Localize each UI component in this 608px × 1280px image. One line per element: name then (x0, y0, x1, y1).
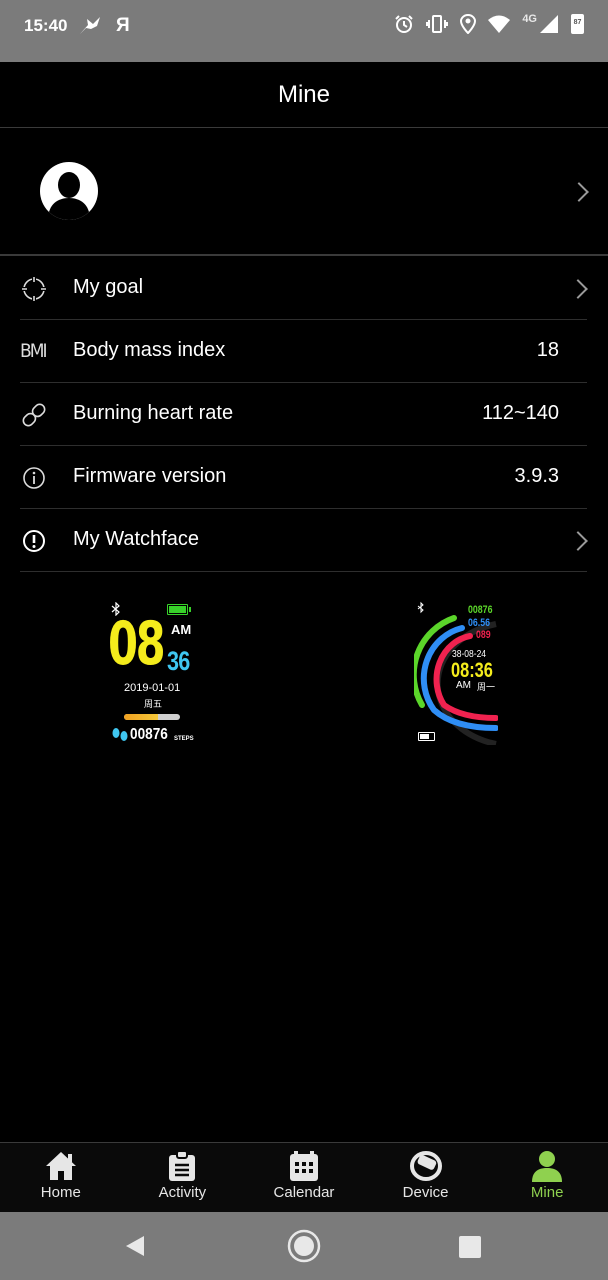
link-icon (22, 403, 46, 427)
nav-calendar-label: Calendar (273, 1184, 335, 1201)
calendar-icon (289, 1151, 318, 1181)
heart-rate-label: Burning heart rate (73, 402, 234, 424)
my-goal-label: My goal (73, 276, 144, 298)
wf1-steps-unit: STEPS (174, 736, 194, 742)
watchface-label: My Watchface (73, 528, 199, 550)
bmi-row: BMI Body mass index 18 (20, 320, 587, 383)
watchface-row[interactable]: My Watchface (20, 509, 588, 572)
alarm-icon (395, 15, 414, 33)
wf1-hour: 08 (108, 609, 166, 679)
footprint-icon (112, 728, 128, 741)
home-icon (45, 1152, 76, 1180)
wf2-battery (418, 732, 435, 741)
avatar[interactable] (40, 162, 98, 220)
person-icon (532, 1151, 563, 1182)
battery-level: 87 (573, 19, 582, 26)
nav-mine[interactable]: Mine (486, 1143, 608, 1212)
watchface-option-1[interactable]: 08 AM 36 2019-01-01 周五 00876 STEPS (108, 600, 198, 748)
bottom-nav: Home Activity Calendar Device Mine (0, 1142, 608, 1212)
exclamation-circle-icon (23, 530, 45, 552)
nav-home-label: Home (40, 1184, 81, 1201)
firmware-row: Firmware version 3.9.3 (20, 446, 587, 509)
wf1-steps: 00876 (130, 726, 168, 743)
heart-rate-row: Burning heart rate 112~140 (20, 383, 587, 446)
nav-mine-label: Mine (530, 1184, 564, 1201)
home-circle-icon[interactable] (287, 1229, 321, 1263)
page-title: Mine (277, 80, 331, 108)
clipboard-icon (169, 1150, 196, 1181)
firmware-value: 3.9.3 (514, 465, 559, 487)
watchface-option-2[interactable]: 00876 06.56 089 38-08-24 08:36 AM 周一 (414, 600, 498, 745)
crosshair-icon (21, 276, 47, 302)
yandex-icon: Я (116, 15, 130, 36)
wf1-progress-bar (124, 714, 180, 720)
back-icon[interactable] (124, 1234, 146, 1258)
wf2-ampm: AM (456, 680, 471, 691)
wf2-heart: 089 (476, 629, 491, 641)
nav-activity-label: Activity (158, 1184, 207, 1201)
my-goal-row[interactable]: My goal (20, 257, 588, 320)
info-icon (23, 467, 45, 489)
wf1-minute: 36 (167, 646, 190, 676)
nav-device[interactable]: Device (365, 1143, 487, 1212)
watch-band-icon (409, 1151, 442, 1181)
bird-notification-icon (80, 17, 100, 34)
wf1-ampm: AM (171, 622, 192, 637)
nav-calendar[interactable]: Calendar (243, 1143, 365, 1212)
firmware-label: Firmware version (73, 465, 227, 487)
chevron-right-icon (568, 531, 588, 551)
system-nav-bar (0, 1212, 608, 1280)
battery-indicator (167, 604, 191, 615)
wf2-steps: 00876 (468, 604, 493, 616)
bmi-value: 18 (536, 339, 559, 361)
location-icon (460, 14, 477, 34)
wf1-date: 2019-01-01 (124, 682, 181, 694)
nav-home[interactable]: Home (0, 1143, 122, 1212)
nav-device-label: Device (402, 1184, 449, 1201)
chevron-right-icon (569, 182, 589, 202)
status-time: 15:40 (24, 16, 68, 35)
user-silhouette-icon (48, 172, 90, 220)
profile-row[interactable] (0, 128, 608, 256)
signal-icon (540, 15, 558, 33)
wifi-icon (488, 15, 511, 33)
chevron-right-icon (568, 279, 588, 299)
battery-icon: 87 (571, 14, 584, 34)
vibrate-icon (426, 15, 449, 33)
status-bar: 15:40 Я 4G 87 (0, 0, 608, 62)
network-type: 4G (522, 13, 537, 25)
page-header: Mine (0, 62, 608, 128)
bmi-icon: BMI (20, 340, 48, 362)
heart-rate-value: 112~140 (482, 402, 559, 424)
nav-activity[interactable]: Activity (122, 1143, 244, 1212)
wf1-weekday: 周五 (144, 699, 163, 709)
recents-icon[interactable] (459, 1236, 481, 1258)
wf2-distance: 06.56 (468, 617, 491, 629)
bmi-label: Body mass index (73, 339, 226, 361)
wf2-weekday: 周一 (477, 682, 496, 692)
